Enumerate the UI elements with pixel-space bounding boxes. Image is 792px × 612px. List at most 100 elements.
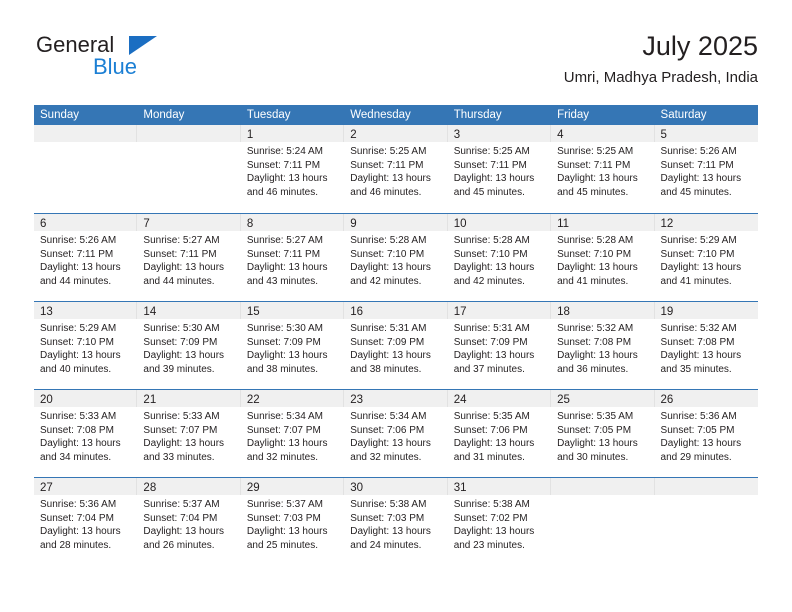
daylight-text-line1: Daylight: 13 hours bbox=[246, 350, 328, 362]
sunset-text: Sunset: 7:08 PM bbox=[40, 424, 114, 436]
sunrise-text: Sunrise: 5:26 AM bbox=[660, 146, 737, 157]
sunset-text: Sunset: 7:11 PM bbox=[660, 159, 734, 171]
day-number-band: 23 bbox=[344, 390, 448, 407]
day-cell[interactable]: 8 Sunrise: 5:27 AM Sunset: 7:11 PM Daylight… bbox=[240, 214, 345, 301]
day-cell[interactable]: 16 Sunrise: 5:31 AM Sunset: 7:09 PM Dayligh… bbox=[344, 302, 448, 389]
day-details bbox=[551, 495, 655, 498]
daylight-text-line2: and 28 minutes. bbox=[40, 539, 112, 551]
logo-word-blue: Blue bbox=[93, 54, 138, 79]
day-cell[interactable]: 27 Sunrise: 5:36 AM Sunset: 7:04 PM Dayligh… bbox=[34, 478, 138, 565]
day-number-band: 19 bbox=[654, 302, 758, 319]
day-number: 8 bbox=[246, 218, 254, 230]
sunrise-text: Sunrise: 5:32 AM bbox=[660, 323, 737, 334]
day-cell[interactable]: 6 Sunrise: 5:26 AM Sunset: 7:11 PM Daylight… bbox=[34, 214, 138, 301]
day-cell[interactable]: 29 Sunrise: 5:37 AM Sunset: 7:03 PM Dayligh… bbox=[240, 478, 345, 565]
sunrise-text: Sunrise: 5:37 AM bbox=[143, 499, 220, 510]
day-cell[interactable]: 10 Sunrise: 5:28 AM Sunset: 7:10 PM Dayligh… bbox=[447, 214, 552, 301]
weekday-header-friday: Friday bbox=[557, 109, 590, 121]
daylight-text-line1: Daylight: 13 hours bbox=[453, 350, 535, 362]
calendar-page: General Blue July 2025 Umri, Madhya Prad… bbox=[0, 0, 792, 612]
day-cell[interactable]: 18 Sunrise: 5:32 AM Sunset: 7:08 PM Dayligh… bbox=[551, 302, 655, 389]
day-number: 16 bbox=[350, 306, 364, 318]
daylight-text-line1: Daylight: 13 hours bbox=[453, 438, 535, 450]
sunset-text: Sunset: 7:08 PM bbox=[557, 336, 632, 348]
sunrise-text: Sunrise: 5:25 AM bbox=[557, 146, 634, 157]
weekday-header-sunday: Sunday bbox=[40, 109, 80, 121]
daylight-text-line1: Daylight: 13 hours bbox=[40, 262, 121, 274]
day-cell[interactable]: 19 Sunrise: 5:32 AM Sunset: 7:08 PM Dayligh… bbox=[654, 302, 758, 389]
day-number-band: 22 bbox=[240, 390, 345, 407]
day-details: Sunrise: 5:28 AM Sunset: 7:10 PM Daylight:… bbox=[447, 231, 552, 289]
sunrise-text: Sunrise: 5:35 AM bbox=[557, 411, 634, 422]
day-details: Sunrise: 5:24 AM Sunset: 7:11 PM Daylight:… bbox=[240, 142, 345, 200]
day-details: Sunrise: 5:36 AM Sunset: 7:04 PM Daylight:… bbox=[34, 495, 138, 553]
day-number: 10 bbox=[453, 218, 467, 230]
day-cell[interactable]: 26 Sunrise: 5:36 AM Sunset: 7:05 PM Dayligh… bbox=[654, 390, 758, 477]
day-details: Sunrise: 5:32 AM Sunset: 7:08 PM Daylight:… bbox=[654, 319, 758, 377]
day-number: 4 bbox=[557, 129, 564, 141]
day-cell[interactable]: 12 Sunrise: 5:29 AM Sunset: 7:10 PM Dayligh… bbox=[654, 214, 758, 301]
day-details bbox=[34, 142, 138, 145]
sunset-text: Sunset: 7:02 PM bbox=[453, 512, 528, 524]
day-cell[interactable]: 11 Sunrise: 5:28 AM Sunset: 7:10 PM Dayligh… bbox=[551, 214, 655, 301]
day-details: Sunrise: 5:29 AM Sunset: 7:10 PM Daylight:… bbox=[34, 319, 138, 377]
day-number: 1 bbox=[246, 129, 254, 141]
daylight-text-line1: Daylight: 13 hours bbox=[143, 526, 225, 538]
sunset-text: Sunset: 7:09 PM bbox=[453, 336, 528, 348]
day-cell[interactable]: 1 Sunrise: 5:24 AM Sunset: 7:11 PM Daylight… bbox=[240, 125, 345, 213]
title-block: July 2025 Umri, Madhya Pradesh, India bbox=[564, 30, 758, 88]
day-cell[interactable]: 4 Sunrise: 5:25 AM Sunset: 7:11 PM Daylight… bbox=[551, 125, 655, 213]
daylight-text-line2: and 31 minutes. bbox=[453, 451, 525, 463]
week-row: 13 Sunrise: 5:29 AM Sunset: 7:10 PM Dayligh… bbox=[34, 301, 758, 389]
day-cell[interactable]: 20 Sunrise: 5:33 AM Sunset: 7:08 PM Dayligh… bbox=[34, 390, 138, 477]
day-number: 21 bbox=[143, 394, 157, 406]
daylight-text-line2: and 45 minutes. bbox=[557, 186, 629, 198]
daylight-text-line2: and 25 minutes. bbox=[246, 539, 319, 551]
day-cell[interactable]: 21 Sunrise: 5:33 AM Sunset: 7:07 PM Dayligh… bbox=[137, 390, 241, 477]
weekday-header-monday: Monday bbox=[143, 109, 185, 121]
week-row: 20 Sunrise: 5:33 AM Sunset: 7:08 PM Dayligh… bbox=[34, 389, 758, 477]
day-cell[interactable]: 24 Sunrise: 5:35 AM Sunset: 7:06 PM Dayligh… bbox=[447, 390, 552, 477]
day-number-band: 6 bbox=[34, 214, 138, 231]
calendar-grid: Sunday Monday Tuesday Wednesday Thursday Frid… bbox=[34, 105, 758, 565]
day-number-band: 25 bbox=[551, 390, 655, 407]
sunrise-text: Sunrise: 5:30 AM bbox=[246, 323, 323, 334]
day-number: 7 bbox=[143, 218, 150, 230]
day-cell[interactable]: 13 Sunrise: 5:29 AM Sunset: 7:10 PM Dayligh… bbox=[34, 302, 138, 389]
day-details: Sunrise: 5:36 AM Sunset: 7:05 PM Daylight:… bbox=[654, 407, 758, 465]
day-cell[interactable]: 7 Sunrise: 5:27 AM Sunset: 7:11 PM Daylight… bbox=[137, 214, 241, 301]
daylight-text-line2: and 34 minutes. bbox=[40, 451, 112, 463]
day-cell[interactable]: 5 Sunrise: 5:26 AM Sunset: 7:11 PM Daylight… bbox=[654, 125, 758, 213]
daylight-text-line2: and 36 minutes. bbox=[557, 363, 629, 375]
day-details: Sunrise: 5:31 AM Sunset: 7:09 PM Daylight:… bbox=[344, 319, 448, 377]
day-cell[interactable]: 3 Sunrise: 5:25 AM Sunset: 7:11 PM Daylight… bbox=[447, 125, 552, 213]
day-cell[interactable]: 22 Sunrise: 5:34 AM Sunset: 7:07 PM Dayligh… bbox=[240, 390, 345, 477]
day-cell[interactable]: 30 Sunrise: 5:38 AM Sunset: 7:03 PM Dayligh… bbox=[344, 478, 448, 565]
sunset-text: Sunset: 7:03 PM bbox=[350, 512, 425, 524]
day-cell[interactable]: 14 Sunrise: 5:30 AM Sunset: 7:09 PM Dayligh… bbox=[137, 302, 241, 389]
sunset-text: Sunset: 7:11 PM bbox=[40, 248, 114, 260]
day-cell[interactable]: 28 Sunrise: 5:37 AM Sunset: 7:04 PM Dayligh… bbox=[137, 478, 241, 565]
day-number-band: 17 bbox=[447, 302, 552, 319]
generalblue-logo[interactable]: General Blue bbox=[34, 30, 194, 90]
day-cell[interactable]: 9 Sunrise: 5:28 AM Sunset: 7:10 PM Daylight… bbox=[344, 214, 448, 301]
day-cell[interactable]: 2 Sunrise: 5:25 AM Sunset: 7:11 PM Daylight… bbox=[344, 125, 448, 213]
day-cell[interactable]: 25 Sunrise: 5:35 AM Sunset: 7:05 PM Dayligh… bbox=[551, 390, 655, 477]
sunrise-text: Sunrise: 5:28 AM bbox=[557, 235, 634, 246]
day-cell[interactable]: 23 Sunrise: 5:34 AM Sunset: 7:06 PM Dayligh… bbox=[344, 390, 448, 477]
day-cell[interactable]: 17 Sunrise: 5:31 AM Sunset: 7:09 PM Dayligh… bbox=[447, 302, 552, 389]
day-cell[interactable]: 15 Sunrise: 5:30 AM Sunset: 7:09 PM Dayligh… bbox=[240, 302, 345, 389]
day-number: 11 bbox=[557, 218, 570, 230]
day-number-band: 10 bbox=[447, 214, 552, 231]
sunset-text: Sunset: 7:03 PM bbox=[246, 512, 321, 524]
sunrise-text: Sunrise: 5:25 AM bbox=[350, 146, 427, 157]
day-cell-empty bbox=[137, 125, 241, 213]
day-cell[interactable]: 31 Sunrise: 5:38 AM Sunset: 7:02 PM Dayligh… bbox=[447, 478, 552, 565]
daylight-text-line1: Daylight: 13 hours bbox=[557, 173, 638, 185]
sunset-text: Sunset: 7:11 PM bbox=[453, 159, 527, 171]
week-row: 6 Sunrise: 5:26 AM Sunset: 7:11 PM Daylight… bbox=[34, 213, 758, 301]
day-details: Sunrise: 5:28 AM Sunset: 7:10 PM Daylight:… bbox=[551, 231, 655, 289]
day-number-band bbox=[654, 478, 758, 495]
sunset-text: Sunset: 7:10 PM bbox=[660, 248, 735, 260]
day-number-band: 13 bbox=[34, 302, 138, 319]
